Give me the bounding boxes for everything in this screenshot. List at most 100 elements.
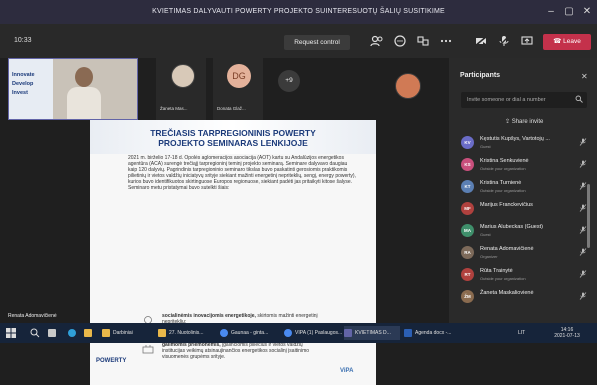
participant-row[interactable]: RT Rūta Trainytė Outside your organization (461, 266, 591, 284)
panel-scrollbar[interactable] (587, 184, 590, 248)
camera-off-icon[interactable] (474, 34, 488, 48)
invite-placeholder: Invite someone or dial a number (467, 97, 546, 103)
taskbar-item[interactable]: Agenda docx -... (404, 326, 462, 340)
share-invite-label: Share invite (511, 119, 544, 125)
meeting-stage: Innovate Develop Invest Žaneta Mas... DG… (8, 58, 449, 385)
chat-icon[interactable] (393, 34, 407, 48)
slide-title: TREČIASIS TARPREGIONINIS POWERTY PROJEKT… (90, 128, 376, 148)
taskbar-item[interactable]: 27. Nuotolinis... (158, 326, 218, 340)
window-title: KVIETIMAS DALYVAUTI POWERTY PROJEKTO SUI… (152, 8, 445, 15)
avatar (171, 64, 195, 88)
participant-name: Žaneta Mas... (160, 106, 188, 111)
taskbar-item[interactable]: Gaunaa - ginta... (220, 326, 280, 340)
participant-row[interactable]: MF Marijus Franckevičius (461, 200, 591, 218)
close-panel-button[interactable]: ✕ (581, 72, 588, 81)
language-indicator[interactable]: LIT (518, 326, 534, 340)
participant-name: Marius Alubeckas (Guest) (480, 224, 543, 230)
participant-role: Organizer (480, 254, 498, 259)
initials-avatar: DG (227, 64, 251, 88)
presenter-name-label: Renata Adomavičienė (8, 313, 57, 319)
participant-avatar: MA (461, 224, 474, 237)
meeting-timer: 10:33 (14, 37, 32, 44)
explorer-icon[interactable] (84, 326, 94, 340)
participant-row[interactable]: RA Renata Adomavičienė Organizer (461, 244, 591, 262)
panel-title: Participants (460, 72, 501, 79)
leave-button[interactable]: ☎ Leave (543, 34, 591, 50)
logo-line-innovate: Innovate (12, 72, 35, 78)
taskbar-clock[interactable]: 14:16 2021-07-13 (552, 327, 582, 341)
breakout-rooms-icon[interactable] (416, 34, 430, 48)
participant-avatar: KV (461, 136, 474, 149)
logo-line-develop: Develop (12, 81, 34, 87)
taskbar-label: Agenda docx -... (415, 330, 452, 336)
participant-row[interactable]: KT Kristina Turnienė Outside your organiza… (461, 178, 591, 196)
participant-avatar: KS (461, 158, 474, 171)
video-tile-presenter[interactable]: Innovate Develop Invest (8, 58, 138, 120)
search-icon[interactable] (30, 326, 40, 340)
start-icon[interactable] (6, 326, 16, 340)
mic-muted-icon (579, 248, 587, 256)
mic-muted-icon (579, 160, 587, 168)
mic-muted-icon (579, 270, 587, 278)
minimize-button[interactable]: – (544, 5, 558, 19)
taskbar-date: 2021-07-13 (554, 333, 580, 339)
invite-input[interactable]: Invite someone or dial a number (461, 92, 587, 108)
participant-avatar: RA (461, 246, 474, 259)
people-icon[interactable] (370, 34, 384, 48)
mic-off-icon[interactable] (497, 34, 511, 48)
participant-name: Kristina Turnienė (480, 180, 522, 186)
video-tile-right[interactable] (378, 58, 438, 120)
folder-icon (102, 328, 110, 337)
share-invite-button[interactable]: ⇪ Share invite (505, 118, 543, 125)
share-screen-icon[interactable] (520, 34, 534, 48)
taskbar-item-active[interactable]: KVIETIMAS D... (344, 326, 400, 340)
maximize-button[interactable]: ▢ (562, 5, 576, 19)
participant-role: Outside your organization (480, 276, 526, 281)
taskbar-item[interactable]: Darbiniai (102, 326, 152, 340)
taskbar-label: KVIETIMAS D... (355, 330, 391, 336)
participant-avatar: KT (461, 180, 474, 193)
participant-name: Marijus Franckevičius (480, 202, 533, 208)
participant-name: Renata Adomavičienė (480, 246, 534, 252)
slide-title-line2: PROJEKTO SEMINARAS LENKIJOJE (158, 138, 308, 148)
meeting-toolbar: 10:33 Request control ☎ Leave (0, 24, 597, 58)
avatar (395, 73, 421, 99)
slide-bullet-2: galimomis priemonėmis, įgalinčiomis pili… (162, 342, 322, 360)
chrome-icon (220, 328, 228, 337)
chrome-icon (284, 328, 292, 337)
more-options-icon[interactable] (439, 34, 453, 48)
participant-name: Žaneta Maskaliovienė (480, 290, 534, 296)
logo-line-invest: Invest (12, 90, 28, 96)
video-tile-zaneta[interactable]: Žaneta Mas... (156, 58, 206, 120)
edge-icon[interactable] (68, 326, 78, 340)
participant-row[interactable]: KS Kristina Senkuvienė Outside your organi… (461, 156, 591, 174)
overflow-participants[interactable]: +9 (270, 58, 310, 120)
participant-row[interactable]: KV Kęstutis Kupšys, Vartotojų ... Guest (461, 134, 591, 152)
taskbar-item[interactable]: VIPA (1) Paslaugos... (284, 326, 344, 340)
video-tile-donata[interactable]: DG Donata Glaž... (213, 58, 263, 120)
request-control-button[interactable]: Request control (284, 35, 350, 50)
task-view-icon[interactable] (48, 326, 58, 340)
presenter-head (75, 67, 93, 87)
participant-row[interactable]: ŽM Žaneta Maskaliovienė (461, 288, 591, 306)
participant-name: Kristina Senkuvienė (480, 158, 529, 164)
taskbar-label: Gaunaa - ginta... (231, 330, 269, 336)
mic-muted-icon (579, 138, 587, 146)
participant-row[interactable]: MA Marius Alubeckas (Guest) Guest (461, 222, 591, 240)
word-icon (404, 328, 412, 337)
participant-role: Guest (480, 144, 491, 149)
taskbar-label: Darbiniai (113, 330, 133, 336)
window-titlebar: KVIETIMAS DALYVAUTI POWERTY PROJEKTO SUI… (0, 0, 597, 24)
participant-name: Donata Glaž... (217, 106, 246, 111)
tools-icon (142, 342, 154, 354)
overflow-count: +9 (278, 70, 300, 92)
share-icon: ⇪ (505, 119, 512, 125)
powerty-logo: POWERTY (96, 358, 127, 364)
presenter-body (67, 87, 101, 119)
presenter-video (53, 59, 137, 119)
mic-muted-icon (579, 182, 587, 190)
windows-taskbar: Darbiniai 27. Nuotolinis... Gaunaa - gin… (0, 323, 597, 343)
slide-body-text: 2021 m. birželio 17-18 d. Opolės aglomer… (128, 155, 356, 191)
participant-avatar: ŽM (461, 290, 474, 303)
close-window-button[interactable]: ✕ (580, 5, 594, 19)
